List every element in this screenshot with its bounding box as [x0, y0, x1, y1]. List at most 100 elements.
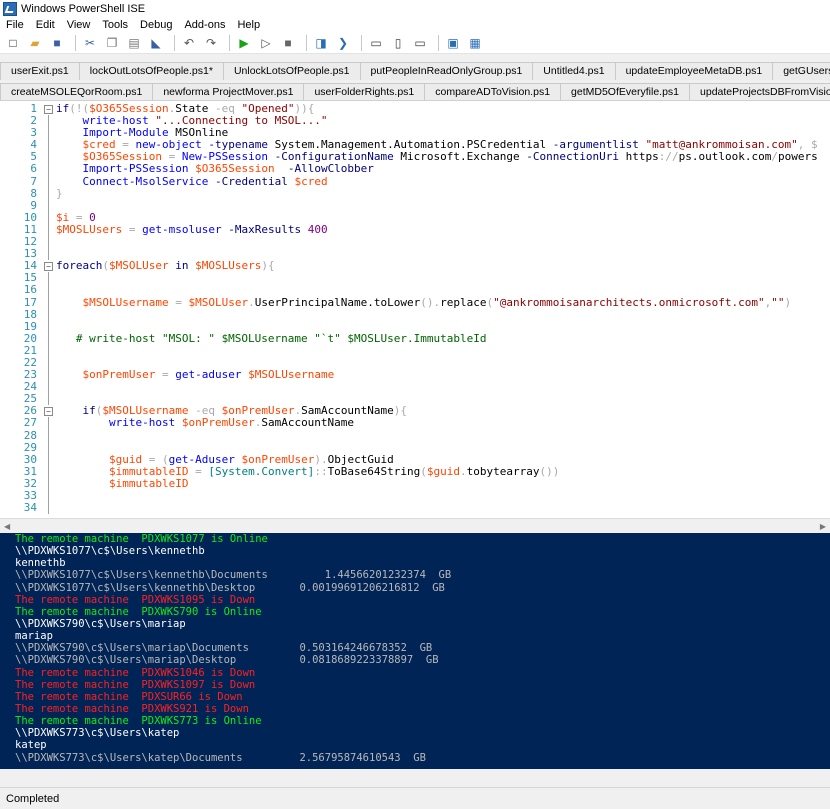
show-commands-icon[interactable]: ▣ [444, 34, 462, 52]
layout-right-icon[interactable]: ▯ [389, 34, 407, 52]
code-line[interactable]: 24 [0, 381, 830, 394]
menu-addons[interactable]: Add-ons [178, 19, 231, 31]
script-tab[interactable]: getMD5OfEveryfile.ps1 [560, 83, 691, 101]
toolbar-separator [75, 34, 76, 51]
console-line: The remote machine PDXWKS1046 is Down [15, 666, 256, 679]
code-line[interactable]: 9 [0, 199, 830, 212]
line-number: 30 [23, 452, 37, 466]
code-line[interactable]: 15 [0, 272, 830, 285]
menu-tools[interactable]: Tools [96, 19, 134, 31]
fold-guide [48, 332, 49, 345]
new-icon[interactable]: □ [4, 34, 22, 52]
collapse-icon[interactable]: − [44, 105, 53, 114]
menu-edit[interactable]: Edit [30, 19, 61, 31]
console-line: The remote machine PDXWKS921 is Down [15, 702, 249, 715]
script-tab[interactable]: userExit.ps1 [0, 62, 80, 80]
menu-help[interactable]: Help [231, 19, 266, 31]
code-line[interactable]: 34 [0, 501, 830, 515]
menu-debug[interactable]: Debug [134, 19, 178, 31]
collapse-icon[interactable]: − [44, 262, 53, 272]
console-line: mariap [15, 630, 53, 643]
fold-guide [48, 199, 49, 212]
fold-guide [48, 163, 49, 176]
save-icon[interactable]: ■ [48, 34, 66, 52]
code-line[interactable]: 21 [0, 344, 830, 357]
clear-icon[interactable]: ◣ [147, 34, 165, 52]
fold-guide [48, 393, 49, 406]
fold-guide [48, 369, 49, 382]
script-tab[interactable]: updateProjectsDBFromVision.ps1 [689, 83, 830, 101]
toolbar-separator [229, 34, 230, 51]
cut-icon[interactable]: ✂ [81, 34, 99, 52]
console-line: katep [15, 739, 47, 752]
line-number: 27 [23, 416, 37, 430]
console-pane[interactable]: The remote machine PDXWKS1077 is Online \… [0, 533, 830, 769]
script-tab[interactable]: UnlockLotsOfPeople.ps1 [222, 62, 361, 80]
console-line: The remote machine PDXWKS790 is Online [15, 605, 262, 618]
stop-icon[interactable]: ■ [279, 34, 297, 52]
open-icon[interactable]: ▰ [26, 34, 44, 52]
script-tab[interactable]: Untitled4.ps1 [532, 62, 616, 80]
code-line[interactable]: 20 # write-host "MSOL: " $MSOLUsername "… [0, 331, 830, 345]
code-line[interactable]: 11 $MOSLUsers = get-msoluser -MaxResults … [0, 223, 830, 237]
script-tab[interactable]: newforma ProjectMover.ps1 [152, 83, 305, 101]
paste-icon[interactable]: ▤ [125, 34, 143, 52]
code-line[interactable]: 17 $MSOLUsername = $MSOLUser.UserPrincip… [0, 296, 830, 309]
code-line[interactable]: 27 write-host $onPremUser.SamAccountName [0, 416, 830, 430]
fold-guide [48, 187, 49, 200]
scroll-left-icon[interactable]: ◀ [4, 522, 10, 531]
code-line[interactable]: 14− foreach($MSOLUser in $MOSLUsers){ [0, 260, 830, 272]
console-line: \\PDXWKS773\c$\Users\katep\Documents 2.5… [15, 751, 426, 764]
collapse-icon[interactable]: − [44, 407, 53, 417]
menu-view[interactable]: View [61, 19, 97, 31]
redo-icon[interactable]: ↷ [202, 34, 220, 52]
code-text: # write-host "MSOL: " $MSOLUsername "`t"… [56, 331, 487, 345]
code-line[interactable]: 12 [0, 235, 830, 249]
status-text: Completed [6, 792, 60, 805]
code-line[interactable]: 8} [0, 186, 830, 200]
powershell-icon[interactable]: ❯ [334, 34, 352, 52]
fold-guide [48, 223, 49, 237]
remote-icon[interactable]: ◨ [312, 34, 330, 52]
console-line: \\PDXWKS790\c$\Users\mariap\Desktop 0.08… [15, 654, 439, 667]
script-tab[interactable]: compareADToVision.ps1 [424, 83, 562, 101]
code-line[interactable]: 28 [0, 429, 830, 442]
fold-guide [48, 356, 49, 370]
layout-max-icon[interactable]: ▭ [411, 34, 429, 52]
copy-icon[interactable]: ❐ [103, 34, 121, 52]
editor-horizontal-scrollbar[interactable]: ◀ ▶ [0, 518, 830, 533]
line-number: 34 [23, 501, 37, 515]
script-tab[interactable]: putPeopleInReadOnlyGroup.ps1 [359, 62, 534, 80]
script-tab[interactable]: updateEmployeeMetaDB.ps1 [614, 62, 774, 80]
show-addon-icon[interactable]: ▦ [466, 34, 484, 52]
scroll-right-icon[interactable]: ▶ [820, 522, 826, 531]
fold-guide [48, 139, 49, 152]
script-tab[interactable]: lockOutLotsOfPeople.ps1* [78, 62, 224, 80]
console-line: kennethb [15, 557, 66, 570]
line-number: 18 [23, 307, 37, 321]
menu-file[interactable]: File [0, 19, 30, 31]
code-line[interactable]: 33 [0, 489, 830, 503]
powershell-app-icon [3, 2, 17, 16]
fold-guide [48, 502, 49, 515]
run-selection-icon[interactable]: ▷ [257, 34, 275, 52]
script-tab[interactable]: getGUsersDirSizes.ps1 [772, 62, 830, 80]
fold-guide [48, 417, 49, 430]
code-line[interactable]: 18 [0, 307, 830, 321]
code-line[interactable]: 32 $immutableID [0, 477, 830, 490]
fold-guide [48, 320, 49, 333]
script-editor[interactable]: 1− if(!($O365Session.State -eq "Opened"))… [0, 100, 830, 519]
script-tab[interactable]: userFolderRights.ps1 [303, 83, 426, 101]
console-horizontal-scrollbar[interactable] [0, 770, 830, 782]
layout-top-icon[interactable]: ▭ [367, 34, 385, 52]
script-tab[interactable]: createMSOLEQorRoom.ps1 [0, 83, 154, 101]
run-icon[interactable]: ▶ [235, 34, 253, 52]
toolbar: □ ▰ ■ ✂ ❐ ▤ ◣ ↶ ↷ ▶ ▷ ■ ◨ ❯ ▭ ▯ ▭ ▣ ▦ [0, 32, 830, 54]
toolbar-separator [438, 34, 439, 51]
code-line[interactable]: 23 $onPremUser = get-aduser $MSOLUsernam… [0, 368, 830, 382]
undo-icon[interactable]: ↶ [180, 34, 198, 52]
code-line[interactable]: 7 Connect-MsolService -Credential $cred [0, 175, 830, 188]
code-text: } [56, 186, 63, 200]
console-line: The remote machine PDXWKS1077 is Online [15, 533, 268, 545]
console-line: The remote machine PDXWKS1095 is Down [15, 593, 256, 606]
